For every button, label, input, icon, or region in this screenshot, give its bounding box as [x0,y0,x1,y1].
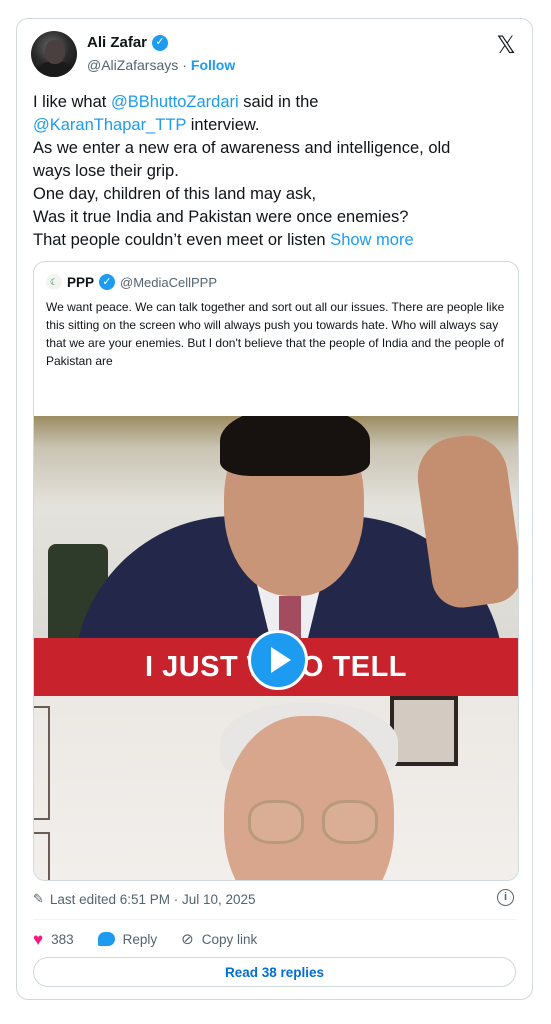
reply-label: Reply [122,931,158,947]
tweet-header: Ali Zafar ✓ @AliZafarsays · Follow 𝕏 [31,31,518,79]
like-button[interactable]: ♥ 383 [33,931,74,948]
avatar[interactable] [31,31,77,77]
show-more-link[interactable]: Show more [330,231,413,249]
author-name-row: Ali Zafar ✓ [87,34,169,51]
follow-button[interactable]: Follow [191,57,235,73]
verified-icon: ✓ [152,34,169,51]
tweet-embed-card: Ali Zafar ✓ @AliZafarsays · Follow 𝕏 I l… [16,18,533,1000]
edited-meta: ✎ Last edited 6:51 PM · Jul 10, 2025 i [33,889,516,909]
video-frame-bottom [34,696,518,880]
x-logo-icon[interactable]: 𝕏 [494,33,518,57]
info-icon[interactable]: i [497,889,514,906]
mention-link[interactable]: @KaranThapar_TTP [33,116,186,134]
like-count: 383 [51,931,74,947]
link-icon: ⊘ [181,931,194,948]
video-player[interactable]: I JUST W TO TELL [34,416,518,880]
reply-icon [97,932,115,946]
reply-button[interactable]: Reply [97,931,158,947]
quoted-tweet-text: We want peace. We can talk together and … [46,300,505,368]
edited-timestamp[interactable]: Last edited 6:51 PM · Jul 10, 2025 [50,892,256,907]
tweet-line: That people couldn’t even meet or listen… [33,231,414,249]
tweet-line: As we enter a new era of awareness and i… [33,139,451,157]
divider [33,919,516,920]
tweet-line: Was it true India and Pakistan were once… [33,208,409,226]
tweet-line: ways lose their grip. [33,162,179,180]
author-handle-row: @AliZafarsays · Follow [87,57,235,73]
quoted-author-handle: @MediaCellPPP [120,274,218,290]
video-frame-top [34,416,518,676]
tweet-body: I like what @BBhuttoZardari said in the … [33,91,523,252]
read-replies-button[interactable]: Read 38 replies [33,957,516,987]
copy-link-label: Copy link [201,931,258,947]
play-icon [271,647,291,673]
tweet-actions: ♥ 383 Reply ⊘ Copy link [33,927,257,951]
mention-link[interactable]: @BBhuttoZardari [111,93,239,111]
play-button[interactable] [248,630,308,690]
quoted-avatar: ☾ [46,274,62,290]
tweet-line: One day, children of this land may ask, [33,185,317,203]
author-display-name[interactable]: Ali Zafar [87,34,147,51]
tweet-line: @KaranThapar_TTP interview. [33,116,260,134]
author-handle[interactable]: @AliZafarsays [87,57,178,73]
heart-icon: ♥ [33,929,44,949]
separator-dot: · [182,57,187,73]
copy-link-button[interactable]: ⊘ Copy link [181,930,257,948]
quoted-tweet[interactable]: ☾ PPP ✓ @MediaCellPPP We want peace. We … [33,261,519,881]
verified-icon: ✓ [99,274,116,290]
quoted-tweet-header: ☾ PPP ✓ @MediaCellPPP [46,274,217,290]
tweet-line: I like what @BBhuttoZardari said in the [33,93,319,111]
pencil-icon: ✎ [33,891,44,906]
quoted-author-name: PPP [67,274,95,290]
